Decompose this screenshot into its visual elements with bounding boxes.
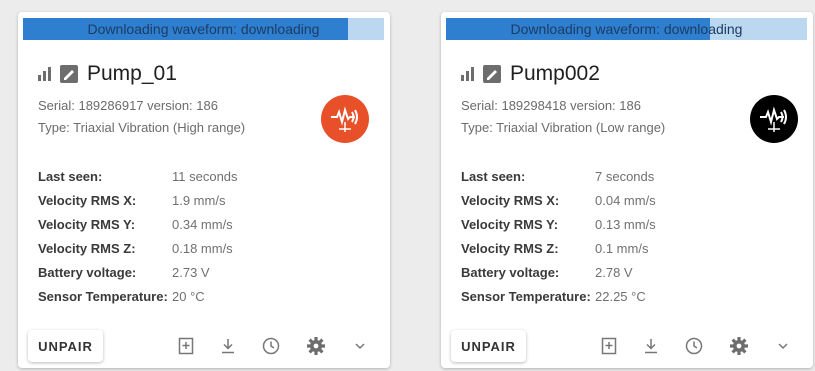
download-progress-bar: Downloading waveform: downloading (23, 18, 384, 40)
chevron-down-icon[interactable] (773, 336, 793, 356)
progress-text: Downloading waveform: downloading (510, 21, 743, 37)
history-clock-icon[interactable] (684, 336, 704, 356)
signal-bars-icon (461, 67, 474, 81)
progress-text: Downloading waveform: downloading (87, 21, 320, 37)
stat-value: 0.18 mm/s (172, 240, 233, 256)
stat-label: Last seen: (461, 168, 526, 184)
sensor-tag-icon (60, 65, 78, 83)
card-actions: UNPAIR (18, 328, 390, 368)
stat-label: Last seen: (38, 168, 103, 184)
stat-value: 1.9 mm/s (172, 192, 226, 208)
settings-gear-icon[interactable] (306, 336, 326, 356)
sensor-header: Pump002 (461, 62, 600, 86)
download-icon[interactable] (641, 336, 661, 356)
unpair-button[interactable]: UNPAIR (28, 330, 103, 362)
stat-label: Velocity RMS Z: (461, 240, 559, 256)
stat-row: Battery voltage: 2.78 V (461, 260, 656, 284)
chevron-down-icon[interactable] (350, 336, 370, 356)
stat-label: Velocity RMS Y: (461, 216, 559, 232)
sensor-tag-icon (483, 65, 501, 83)
stat-value: 20 °C (172, 288, 205, 304)
serial-version: Serial: 189298418 version: 186 (461, 98, 641, 113)
stat-row: Velocity RMS X: 1.9 mm/s (38, 188, 238, 212)
stat-label: Velocity RMS X: (38, 192, 137, 208)
sensor-type: Type: Triaxial Vibration (High range) (38, 120, 246, 135)
add-bookmark-icon[interactable] (599, 336, 619, 356)
stat-label: Sensor Temperature: (461, 288, 591, 304)
sensor-name: Pump002 (510, 62, 600, 85)
download-icon[interactable] (218, 336, 238, 356)
stat-value: 2.73 V (172, 264, 210, 280)
stat-row: Last seen: 11 seconds (38, 164, 238, 188)
card-actions: UNPAIR (441, 328, 813, 368)
serial-version: Serial: 189286917 version: 186 (38, 98, 218, 113)
stat-label: Sensor Temperature: (38, 288, 168, 304)
stat-row: Velocity RMS Z: 0.1 mm/s (461, 236, 656, 260)
stat-row: Velocity RMS Y: 0.34 mm/s (38, 212, 238, 236)
stat-row: Last seen: 7 seconds (461, 164, 656, 188)
download-progress-bar: Downloading waveform: downloading (446, 18, 807, 40)
stat-row: Battery voltage: 2.73 V (38, 260, 238, 284)
stat-row: Velocity RMS X: 0.04 mm/s (461, 188, 656, 212)
stat-row: Velocity RMS Z: 0.18 mm/s (38, 236, 238, 260)
stat-label: Battery voltage: (461, 264, 560, 280)
sensor-stats: Last seen: 11 seconds Velocity RMS X: 1.9 … (38, 164, 238, 308)
stat-row: Sensor Temperature: 20 °C (38, 284, 238, 308)
stat-value: 22.25 °C (595, 288, 646, 304)
stat-value: 7 seconds (595, 168, 655, 184)
stat-row: Sensor Temperature: 22.25 °C (461, 284, 656, 308)
stat-value: 0.13 mm/s (595, 216, 656, 232)
history-clock-icon[interactable] (261, 336, 281, 356)
stat-value: 11 seconds (172, 168, 238, 184)
vibration-sensor-icon (321, 95, 369, 143)
stat-value: 0.04 mm/s (595, 192, 656, 208)
stat-row: Velocity RMS Y: 0.13 mm/s (461, 212, 656, 236)
stat-label: Velocity RMS Z: (38, 240, 136, 256)
stat-value: 0.34 mm/s (172, 216, 233, 232)
sensor-stats: Last seen: 7 seconds Velocity RMS X: 0.04 … (461, 164, 656, 308)
sensor-card: Downloading waveform: downloading Pump00… (441, 12, 813, 368)
vibration-sensor-icon (750, 95, 798, 143)
sensor-type: Type: Triaxial Vibration (Low range) (461, 120, 666, 135)
settings-gear-icon[interactable] (729, 336, 749, 356)
add-bookmark-icon[interactable] (176, 336, 196, 356)
unpair-button[interactable]: UNPAIR (451, 330, 526, 362)
stat-label: Velocity RMS X: (461, 192, 560, 208)
stat-label: Velocity RMS Y: (38, 216, 136, 232)
sensor-card: Downloading waveform: downloading Pump_0… (18, 12, 390, 368)
sensor-header: Pump_01 (38, 62, 177, 86)
stat-value: 2.78 V (595, 264, 633, 280)
stat-label: Battery voltage: (38, 264, 137, 280)
stat-value: 0.1 mm/s (595, 240, 649, 256)
sensor-name: Pump_01 (87, 62, 177, 85)
signal-bars-icon (38, 67, 51, 81)
